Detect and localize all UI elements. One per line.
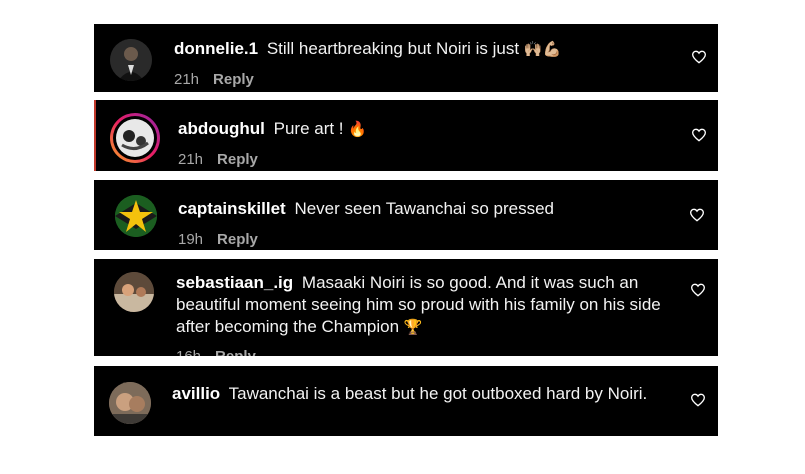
username-link[interactable]: abdoughul [178,119,265,138]
heart-outline-icon[interactable] [691,49,707,65]
avatar[interactable] [110,113,160,163]
timestamp: 16h [176,348,201,356]
reply-button[interactable]: Reply [217,231,258,248]
comment-text: abdoughul Pure art ! 🔥 [178,118,648,141]
heart-outline-icon[interactable] [690,392,706,408]
comment-card: abdoughul Pure art ! 🔥 21h Reply [94,100,718,171]
username-link[interactable]: captainskillet [178,199,286,218]
comment-text: avillio Tawanchai is a beast but he got … [172,383,662,405]
heart-outline-icon[interactable] [690,282,706,298]
card-edge [94,100,96,171]
comment-emoji: 🔥 [348,121,367,138]
avatar[interactable] [110,39,152,81]
timestamp: 19h [178,231,204,248]
timestamp: 21h [174,71,200,88]
comment-card: donnelie.1 Still heartbreaking but Noiri… [94,24,718,92]
comment-card: captainskillet Never seen Tawanchai so p… [94,180,718,250]
username-link[interactable]: avillio [172,384,220,403]
comment-body: Tawanchai is a beast but he got outboxed… [228,384,648,403]
comment-emoji: 🙌🏼💪🏼 [523,41,562,58]
heart-outline-icon[interactable] [691,127,707,143]
avatar[interactable] [109,382,151,424]
comment-body: Still heartbreaking but Noiri is just [266,39,520,58]
comment-text: captainskillet Never seen Tawanchai so p… [178,198,658,220]
comment-meta: 21h Reply [174,71,254,88]
comment-body: Never seen Tawanchai so pressed [294,199,555,218]
comment-meta: 21h Reply [178,151,258,168]
reply-button[interactable]: Reply [215,348,256,356]
username-link[interactable]: donnelie.1 [174,39,258,58]
timestamp: 21h [178,151,204,168]
comment-body: Pure art ! [273,119,344,138]
username-link[interactable]: sebastiaan_.ig [176,273,293,292]
comment-card: sebastiaan_.ig Masaaki Noiri is so good.… [94,259,718,356]
avatar[interactable] [115,195,157,237]
comment-card: avillio Tawanchai is a beast but he got … [94,366,718,436]
comment-text: sebastiaan_.ig Masaaki Noiri is so good.… [176,272,676,339]
reply-button[interactable]: Reply [217,151,258,168]
avatar[interactable] [114,272,154,312]
comment-meta: 19h Reply [178,231,258,248]
comment-text: donnelie.1 Still heartbreaking but Noiri… [174,38,644,61]
reply-button[interactable]: Reply [213,71,254,88]
comment-emoji: 🏆 [403,319,423,336]
heart-outline-icon[interactable] [689,207,705,223]
comment-meta: 16h Reply [176,348,256,356]
